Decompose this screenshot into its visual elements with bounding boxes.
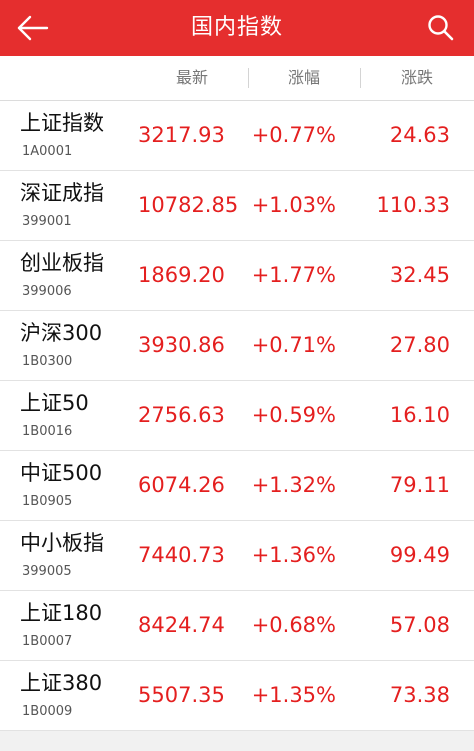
index-name: 中小板指 — [20, 531, 104, 555]
index-latest-price: 3930.86 — [138, 333, 225, 357]
index-code: 1A0001 — [22, 144, 73, 159]
index-row[interactable]: 中证500 1B0905 6074.26 +1.32% 79.11 — [0, 451, 474, 521]
index-latest-price: 7440.73 — [138, 543, 225, 567]
index-change-percent: +1.32% — [251, 473, 336, 497]
index-latest-price: 2756.63 — [138, 403, 225, 427]
index-name: 上证180 — [20, 601, 103, 625]
index-name: 创业板指 — [20, 251, 104, 275]
app-screen: 国内指数 最新 涨幅 涨跌 上证指数 1A0001 3217.93 +0.77% 24.… — [0, 0, 474, 751]
index-change-value: 32.45 — [389, 263, 450, 287]
index-change-value: 24.63 — [389, 123, 450, 147]
index-code: 399005 — [22, 564, 72, 579]
index-code: 1B0300 — [22, 354, 73, 369]
index-change-percent: +0.77% — [251, 123, 336, 147]
index-name: 上证380 — [20, 671, 103, 695]
index-latest-price: 3217.93 — [138, 123, 225, 147]
index-change-percent: +1.03% — [251, 193, 336, 217]
search-icon — [428, 15, 454, 41]
index-change-value: 16.10 — [389, 403, 450, 427]
index-change-value: 110.33 — [376, 193, 450, 217]
index-code: 1B0905 — [22, 494, 73, 509]
index-row[interactable]: 上证指数 1A0001 3217.93 +0.77% 24.63 — [0, 101, 474, 171]
index-change-value: 79.11 — [389, 473, 450, 497]
index-code: 1B0016 — [22, 424, 73, 439]
column-change-percent[interactable]: 涨幅 — [248, 56, 360, 100]
index-latest-price: 8424.74 — [138, 613, 225, 637]
index-code: 399006 — [22, 284, 72, 299]
index-code: 1B0009 — [22, 704, 73, 719]
top-bar: 国内指数 — [0, 0, 474, 56]
column-change[interactable]: 涨跌 — [360, 56, 474, 100]
index-latest-price: 5507.35 — [138, 683, 225, 707]
index-row[interactable]: 创业板指 399006 1869.20 +1.77% 32.45 — [0, 241, 474, 311]
column-header: 最新 涨幅 涨跌 — [0, 56, 474, 101]
index-row[interactable]: 上证50 1B0016 2756.63 +0.59% 16.10 — [0, 381, 474, 451]
index-change-value: 27.80 — [389, 333, 450, 357]
column-latest[interactable]: 最新 — [136, 56, 248, 100]
index-list: 上证指数 1A0001 3217.93 +0.77% 24.63 深证成指 399001 10… — [0, 101, 474, 731]
page-title: 国内指数 — [190, 15, 283, 40]
index-change-value: 57.08 — [389, 613, 450, 637]
index-latest-price: 10782.85 — [138, 193, 239, 217]
index-change-percent: +1.36% — [251, 543, 336, 567]
index-change-percent: +0.71% — [251, 333, 336, 357]
index-code: 1B0007 — [22, 634, 73, 649]
index-change-percent: +1.77% — [251, 263, 336, 287]
index-code: 399001 — [22, 214, 72, 229]
index-change-percent: +0.59% — [251, 403, 336, 427]
index-change-value: 99.49 — [389, 543, 450, 567]
index-latest-price: 6074.26 — [138, 473, 225, 497]
index-name: 沪深300 — [20, 321, 103, 345]
index-name: 上证指数 — [20, 111, 104, 135]
index-row[interactable]: 上证380 1B0009 5507.35 +1.35% 73.38 — [0, 661, 474, 731]
index-name: 上证50 — [20, 391, 89, 415]
index-change-value: 73.38 — [389, 683, 450, 707]
index-change-percent: +1.35% — [251, 683, 336, 707]
search-button[interactable] — [426, 13, 456, 43]
index-name: 中证500 — [20, 461, 103, 485]
index-row[interactable]: 沪深300 1B0300 3930.86 +0.71% 27.80 — [0, 311, 474, 381]
index-row[interactable]: 中小板指 399005 7440.73 +1.36% 99.49 — [0, 521, 474, 591]
index-row[interactable]: 深证成指 399001 10782.85 +1.03% 110.33 — [0, 171, 474, 241]
index-change-percent: +0.68% — [251, 613, 336, 637]
index-row[interactable]: 上证180 1B0007 8424.74 +0.68% 57.08 — [0, 591, 474, 661]
index-name: 深证成指 — [20, 181, 104, 205]
index-latest-price: 1869.20 — [138, 263, 225, 287]
